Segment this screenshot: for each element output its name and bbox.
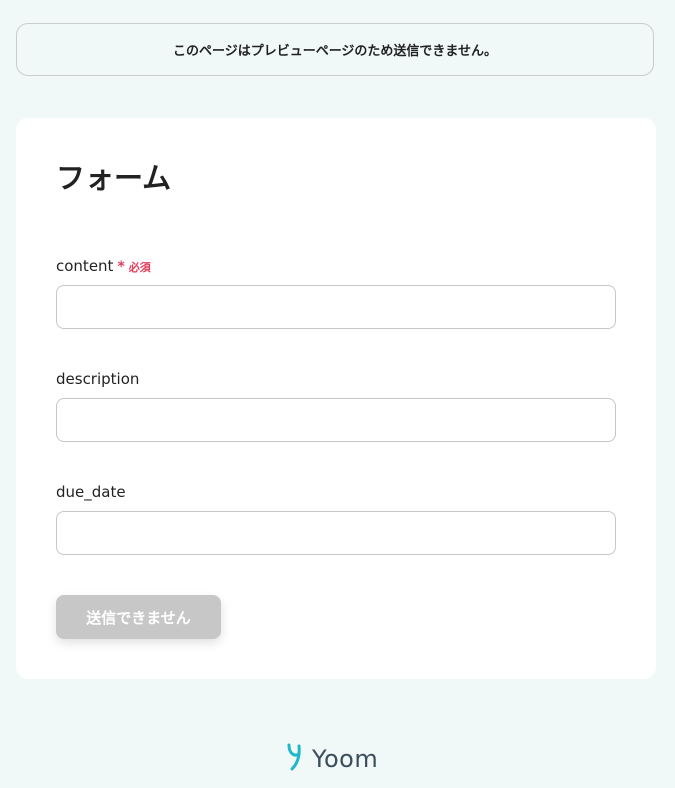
required-asterisk: * <box>117 259 125 275</box>
required-badge: 必須 <box>128 261 151 274</box>
yoom-logo-icon <box>286 742 308 776</box>
yoom-logo: Yoom <box>286 742 378 776</box>
submit-button[interactable]: 送信できません <box>56 595 221 639</box>
content-label-row: content * 必須 <box>56 257 151 275</box>
description-label: description <box>56 370 140 388</box>
preview-notice-text: このページはプレビューページのため送信できません。 <box>172 44 498 59</box>
due-date-label-row: due_date <box>56 483 126 501</box>
description-input[interactable] <box>56 398 616 442</box>
description-label-row: description <box>56 370 139 388</box>
content-input[interactable] <box>56 285 616 329</box>
due-date-label: due_date <box>56 483 126 501</box>
form-title: フォーム <box>56 161 172 195</box>
form-card: フォーム content * 必須 description due_date 送… <box>16 118 656 679</box>
content-label: content <box>56 257 114 275</box>
yoom-logo-text: Yoom <box>312 745 379 773</box>
due-date-input[interactable] <box>56 511 616 555</box>
preview-notice: このページはプレビューページのため送信できません。 <box>16 23 654 76</box>
